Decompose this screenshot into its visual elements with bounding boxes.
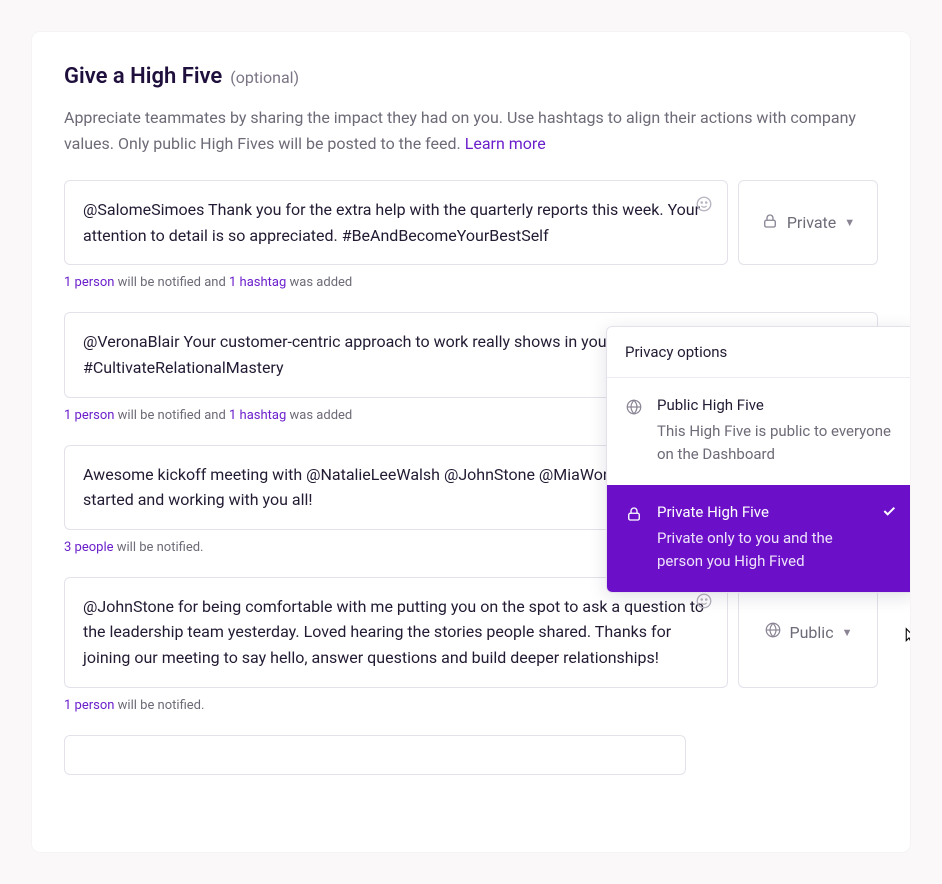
chevron-down-icon: ▼: [844, 216, 855, 229]
option-body: Private High Five Private only to you an…: [657, 503, 867, 572]
emoji-picker-icon[interactable]: [695, 195, 713, 217]
high-five-entry: @JohnStone for being comfortable with me…: [64, 577, 878, 688]
privacy-selector[interactable]: Private ▼: [738, 180, 878, 265]
title-row: Give a High Five (optional): [64, 64, 878, 89]
meta-people: 1 person: [64, 408, 114, 423]
meta-end: was added: [286, 408, 352, 423]
page-title: Give a High Five: [64, 64, 222, 89]
learn-more-link[interactable]: Learn more: [465, 134, 546, 153]
privacy-label: Public: [790, 623, 834, 642]
entry-meta: 1 person will be notified.: [64, 698, 878, 713]
dropdown-header: Privacy options: [607, 327, 910, 378]
privacy-option-public[interactable]: Public High Five This High Five is publi…: [607, 378, 910, 485]
meta-end: was added: [286, 275, 352, 290]
option-title: Public High Five: [657, 396, 897, 414]
meta-mid: will be notified and: [114, 408, 229, 423]
cursor-icon: [898, 626, 910, 652]
high-five-textbox[interactable]: @JohnStone for being comfortable with me…: [64, 577, 728, 688]
meta-mid: will be notified and: [114, 275, 229, 290]
meta-end: will be notified.: [114, 698, 204, 713]
emoji-picker-icon[interactable]: [695, 592, 713, 614]
option-body: Public High Five This High Five is publi…: [657, 396, 897, 465]
meta-people: 1 person: [64, 698, 114, 713]
privacy-selector[interactable]: Public ▼: [738, 577, 878, 688]
meta-tags: 1 hashtag: [229, 408, 286, 423]
lock-icon: [761, 212, 779, 234]
option-description: This High Five is public to everyone on …: [657, 420, 897, 465]
meta-people: 3 people: [64, 540, 114, 555]
meta-end: will be notified.: [114, 540, 204, 555]
description: Appreciate teammates by sharing the impa…: [64, 105, 878, 156]
privacy-dropdown: Privacy options Public High Five This Hi…: [606, 326, 910, 593]
meta-tags: 1 hashtag: [229, 275, 286, 290]
privacy-option-private[interactable]: Private High Five Private only to you an…: [607, 485, 910, 592]
high-five-entry: [64, 735, 878, 775]
privacy-label: Private: [787, 213, 836, 232]
option-description: Private only to you and the person you H…: [657, 527, 867, 572]
high-five-entry: @SalomeSimoes Thank you for the extra he…: [64, 180, 878, 265]
option-title: Private High Five: [657, 503, 867, 521]
entry-meta: 1 person will be notified and 1 hashtag …: [64, 275, 878, 290]
lock-icon: [625, 505, 643, 527]
globe-icon: [764, 621, 782, 643]
meta-people: 1 person: [64, 275, 114, 290]
high-five-card: Give a High Five (optional) Appreciate t…: [32, 32, 910, 852]
description-text: Appreciate teammates by sharing the impa…: [64, 108, 856, 153]
optional-label: (optional): [230, 68, 299, 87]
high-five-textbox[interactable]: @SalomeSimoes Thank you for the extra he…: [64, 180, 728, 265]
high-five-text: @SalomeSimoes Thank you for the extra he…: [83, 200, 700, 245]
high-five-text: @JohnStone for being comfortable with me…: [83, 597, 704, 667]
chevron-down-icon: ▼: [842, 626, 853, 639]
globe-icon: [625, 398, 643, 420]
checkmark-icon: [881, 503, 897, 523]
high-five-textbox[interactable]: [64, 735, 686, 775]
